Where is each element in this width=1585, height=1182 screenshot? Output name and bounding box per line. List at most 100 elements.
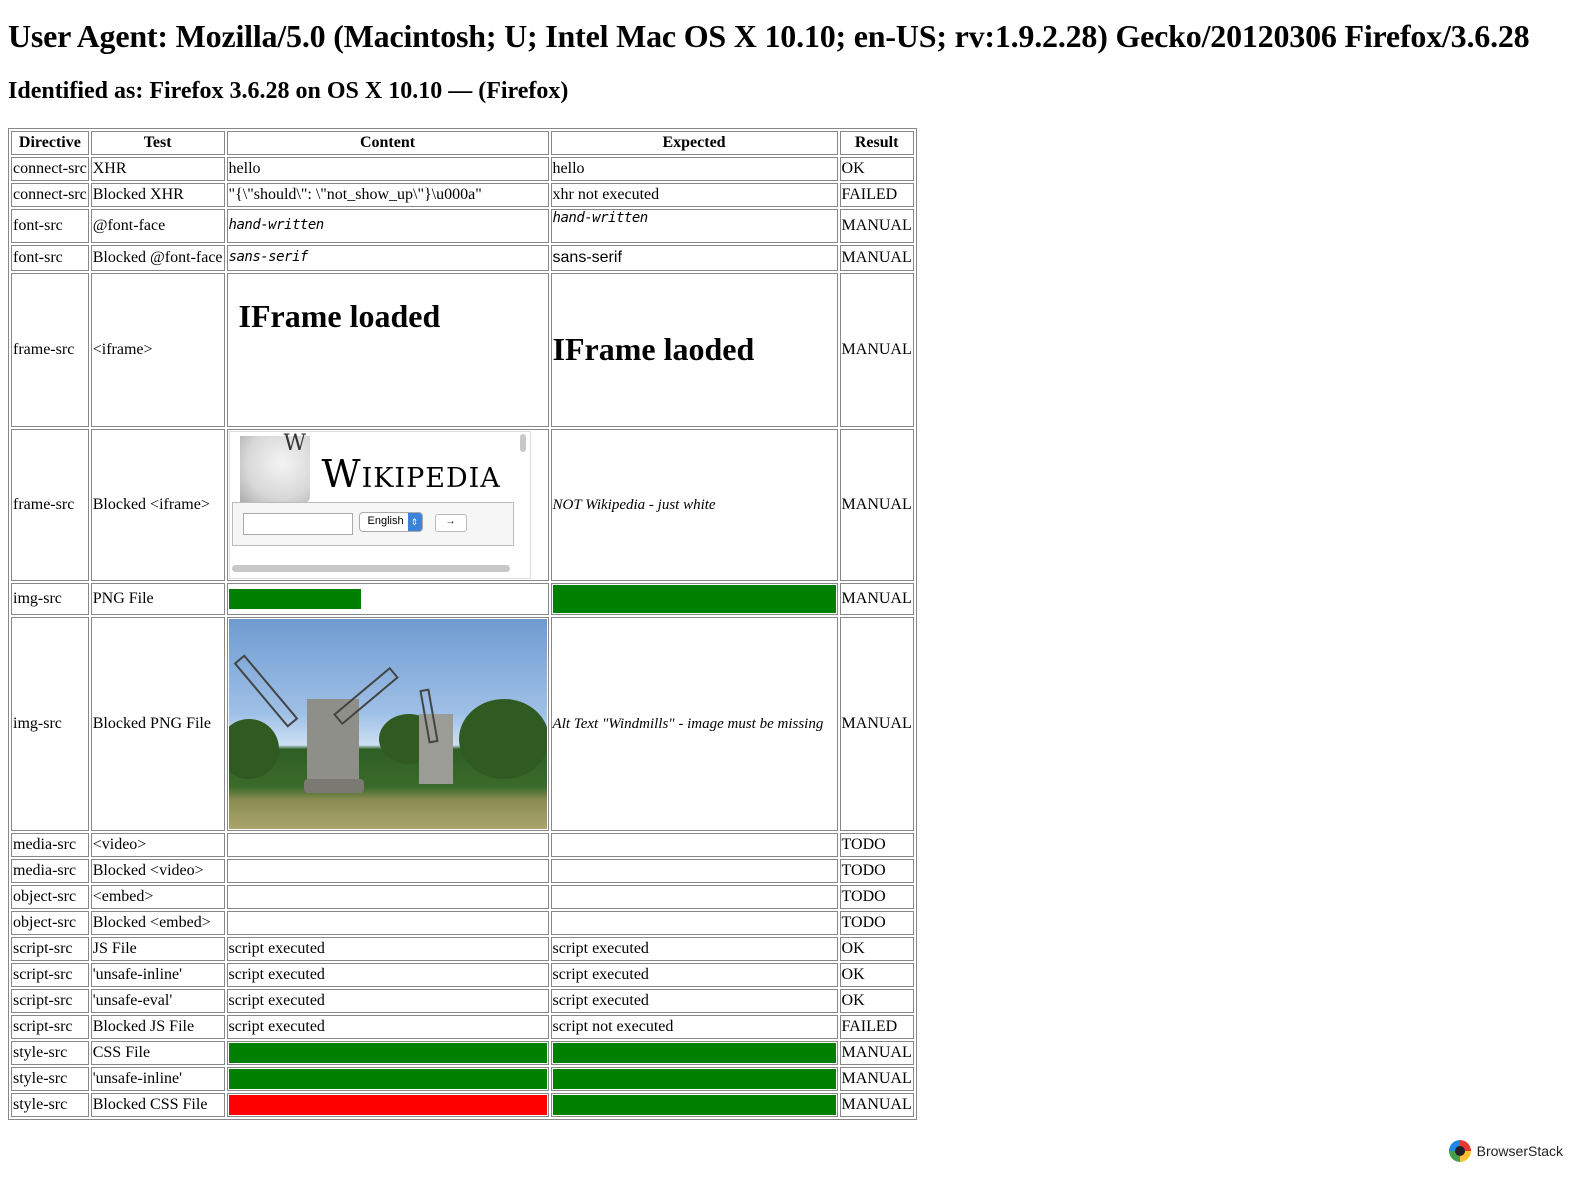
table-row: style-src CSS File MANUAL [11,1041,914,1065]
table-row: script-src JS File script executed scrip… [11,937,914,961]
column-header-directive: Directive [11,131,89,155]
expected-cell [550,1093,838,1117]
table-row: connect-src Blocked XHR "{\"should\": \"… [11,183,914,207]
directive-cell: font-src [11,209,89,243]
content-cell: W Wikipedia English ⇕ → [226,429,549,581]
table-row: object-src Blocked <embed> TODO [11,911,914,935]
green-png-image [228,589,361,609]
table-row: frame-src Blocked <iframe> W Wikipedia E… [11,429,914,581]
result-cell: TODO [839,833,914,857]
result-cell: TODO [839,885,914,909]
content-cell [226,911,549,935]
result-cell: TODO [839,911,914,935]
table-row: style-src 'unsafe-inline' MANUAL [11,1067,914,1091]
expected-cell [550,1067,838,1091]
table-header-row: Directive Test Content Expected Result [11,131,914,155]
content-cell [226,859,549,883]
result-cell: FAILED [839,1015,914,1039]
directive-cell: style-src [11,1067,89,1091]
expected-cell [550,833,838,857]
table-row: media-src <video> TODO [11,833,914,857]
directive-cell: img-src [11,617,89,831]
table-row: connect-src XHR hello hello OK [11,157,914,181]
chevron-updown-icon: ⇕ [407,513,422,531]
test-cell: @font-face [90,209,225,243]
wikipedia-iframe[interactable]: W Wikipedia English ⇕ → [228,431,531,579]
test-cell: <video> [90,833,225,857]
result-cell: MANUAL [839,273,914,427]
user-agent-heading: User Agent: Mozilla/5.0 (Macintosh; U; I… [8,18,1530,54]
csp-results-table: Directive Test Content Expected Result c… [8,128,917,1120]
result-cell: MANUAL [839,245,914,271]
test-cell: Blocked @font-face [90,245,225,271]
content-cell [226,1067,549,1091]
directive-cell: frame-src [11,273,89,427]
result-cell: MANUAL [839,617,914,831]
test-cell: 'unsafe-inline' [90,963,225,987]
expected-cell [550,859,838,883]
expected-cell [550,885,838,909]
expected-cell: xhr not executed [550,183,838,207]
column-header-expected: Expected [550,131,838,155]
horizontal-scrollbar[interactable] [231,565,510,572]
table-row: media-src Blocked <video> TODO [11,859,914,883]
content-cell: script executed [226,1015,549,1039]
directive-cell: script-src [11,963,89,987]
test-cell: PNG File [90,583,225,615]
content-cell: script executed [226,989,549,1013]
directive-cell: object-src [11,911,89,935]
directive-cell: connect-src [11,183,89,207]
language-select[interactable]: English ⇕ [358,512,423,532]
green-expected-box [552,1043,836,1063]
table-row: script-src Blocked JS File script execut… [11,1015,914,1039]
directive-cell: connect-src [11,157,89,181]
directive-cell: font-src [11,245,89,271]
table-row: script-src 'unsafe-inline' script execut… [11,963,914,987]
table-row: img-src Blocked PNG File Alt Text "Windm… [11,617,914,831]
wikipedia-search-input[interactable] [242,513,353,535]
browserstack-label: BrowserStack [1476,1143,1563,1159]
result-cell: OK [839,989,914,1013]
table-row: font-src @font-face hand-written hand-wr… [11,209,914,243]
content-cell [226,1041,549,1065]
test-cell: <iframe> [90,273,225,427]
browserstack-logo-icon [1448,1140,1471,1162]
search-go-button[interactable]: → [434,514,467,532]
directive-cell: style-src [11,1093,89,1117]
green-style-box [228,1043,547,1063]
table-row: script-src 'unsafe-eval' script executed… [11,989,914,1013]
content-cell: script executed [226,937,549,961]
windmills-photo [228,619,547,829]
result-cell: OK [839,937,914,961]
vertical-scrollbar[interactable] [519,434,526,452]
test-cell: CSS File [90,1041,225,1065]
test-cell: Blocked JS File [90,1015,225,1039]
expected-cell [550,583,838,615]
green-expected-box [552,585,836,613]
test-cell: <embed> [90,885,225,909]
result-cell: TODO [839,859,914,883]
expected-cell [550,911,838,935]
expected-cell: script executed [550,937,838,961]
test-cell: JS File [90,937,225,961]
content-cell [226,583,549,615]
content-cell [226,617,549,831]
green-expected-box [552,1095,836,1115]
table-row: style-src Blocked CSS File MANUAL [11,1093,914,1117]
table-row: font-src Blocked @font-face sans-serif s… [11,245,914,271]
test-cell: Blocked XHR [90,183,225,207]
directive-cell: media-src [11,833,89,857]
browserstack-badge[interactable]: BrowserStack [1448,1140,1563,1162]
test-cell: 'unsafe-inline' [90,1067,225,1091]
content-cell [226,885,549,909]
expected-cell: IFrame laoded [550,273,838,427]
result-cell: FAILED [839,183,914,207]
directive-cell: media-src [11,859,89,883]
content-cell: hand-written [226,209,549,243]
result-cell: MANUAL [839,583,914,615]
column-header-result: Result [839,131,914,155]
result-cell: OK [839,963,914,987]
table-row: frame-src <iframe> IFrame loaded IFrame … [11,273,914,427]
result-cell: MANUAL [839,209,914,243]
result-cell: MANUAL [839,429,914,581]
